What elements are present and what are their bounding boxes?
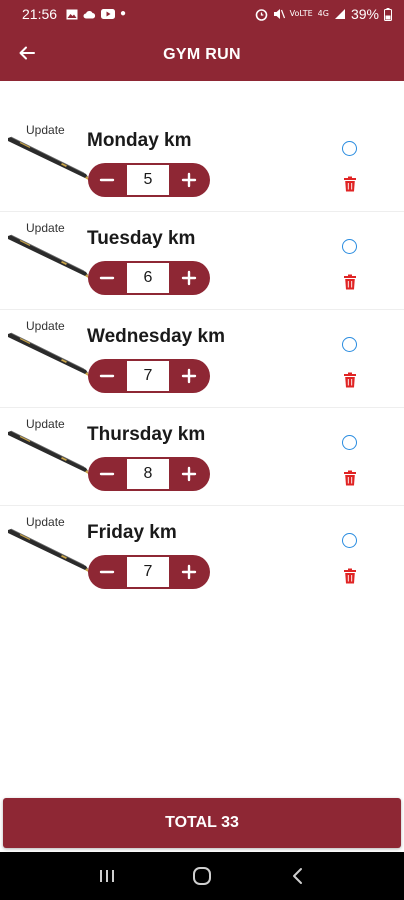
weather-icon (83, 10, 96, 18)
list-item: Update Thursday km 8 (0, 408, 404, 506)
increment-button[interactable] (170, 359, 208, 393)
day-label: Friday km (87, 522, 177, 543)
day-label: Tuesday km (87, 228, 196, 249)
home-icon (192, 867, 211, 885)
km-value[interactable]: 7 (126, 360, 170, 392)
pen-icon[interactable] (6, 528, 90, 574)
decrement-button[interactable] (88, 457, 126, 491)
radio-icon[interactable] (342, 435, 357, 450)
km-value[interactable]: 5 (126, 164, 170, 196)
pen-icon[interactable] (6, 136, 90, 182)
increment-button[interactable] (170, 555, 208, 589)
trash-icon[interactable] (343, 176, 357, 192)
trash-icon[interactable] (343, 470, 357, 486)
nav-back-button[interactable] (277, 856, 317, 896)
update-label[interactable]: Update (26, 515, 65, 529)
back-arrow-icon (19, 46, 35, 60)
pen-icon[interactable] (6, 332, 90, 378)
km-value[interactable]: 6 (126, 262, 170, 294)
recents-icon (100, 870, 115, 882)
plus-icon (181, 466, 197, 482)
pen-icon[interactable] (6, 234, 90, 280)
list-item: Update Tuesday km 6 (0, 212, 404, 310)
plus-icon (181, 564, 197, 580)
increment-button[interactable] (170, 163, 208, 197)
trash-icon[interactable] (343, 274, 357, 290)
radio-icon[interactable] (342, 533, 357, 548)
decrement-button[interactable] (88, 261, 126, 295)
plus-icon (181, 270, 197, 286)
km-stepper: 7 (88, 359, 210, 393)
increment-button[interactable] (170, 457, 208, 491)
trash-icon[interactable] (343, 372, 357, 388)
radio-icon[interactable] (342, 239, 357, 254)
alarm-icon (255, 8, 267, 21)
update-label[interactable]: Update (26, 319, 65, 333)
km-value[interactable]: 8 (126, 458, 170, 490)
battery-icon (384, 7, 392, 21)
day-label: Wednesday km (87, 326, 225, 347)
page-title: GYM RUN (163, 45, 241, 63)
minus-icon (99, 178, 115, 182)
km-stepper: 6 (88, 261, 210, 295)
km-stepper: 7 (88, 555, 210, 589)
decrement-button[interactable] (88, 163, 126, 197)
day-label: Thursday km (87, 424, 206, 445)
increment-button[interactable] (170, 261, 208, 295)
lte-icon: 4G (317, 9, 329, 18)
radio-icon[interactable] (342, 337, 357, 352)
list-item: Update Friday km 7 (0, 506, 404, 604)
update-label[interactable]: Update (26, 417, 65, 431)
back-button[interactable] (14, 40, 40, 66)
volte-icon: VoLTE (289, 9, 313, 18)
day-label: Monday km (87, 130, 192, 151)
battery-percent: 39% (350, 6, 379, 22)
app-bar: GYM RUN (0, 28, 404, 81)
home-button[interactable] (182, 856, 222, 896)
update-label[interactable]: Update (26, 123, 65, 137)
entries-list: Update Monday km 5 Update Tuesday km 6 U… (0, 114, 404, 604)
update-label[interactable]: Update (26, 221, 65, 235)
youtube-icon (101, 9, 116, 19)
status-bar: 21:56 ● VoLTE 4G 39% (0, 0, 404, 28)
minus-icon (99, 472, 115, 476)
pen-icon[interactable] (6, 430, 90, 476)
dot-icon: ● (120, 8, 127, 19)
plus-icon (181, 172, 197, 188)
radio-icon[interactable] (342, 141, 357, 156)
recents-button[interactable] (87, 856, 127, 896)
photo-icon (66, 9, 78, 19)
km-value[interactable]: 7 (126, 556, 170, 588)
status-right: VoLTE 4G 39% (255, 6, 392, 22)
minus-icon (99, 570, 115, 574)
list-item: Update Monday km 5 (0, 114, 404, 212)
list-item: Update Wednesday km 7 (0, 310, 404, 408)
minus-icon (99, 276, 115, 280)
signal-icon (334, 9, 345, 19)
decrement-button[interactable] (88, 359, 126, 393)
status-time: 21:56 (22, 6, 58, 22)
trash-icon[interactable] (343, 568, 357, 584)
total-button[interactable]: TOTAL 33 (3, 798, 401, 848)
mute-icon (273, 9, 285, 19)
decrement-button[interactable] (88, 555, 126, 589)
minus-icon (99, 374, 115, 378)
system-nav-bar (0, 852, 404, 900)
plus-icon (181, 368, 197, 384)
back-icon (292, 868, 302, 884)
km-stepper: 8 (88, 457, 210, 491)
km-stepper: 5 (88, 163, 210, 197)
status-left: 21:56 ● (22, 6, 126, 22)
